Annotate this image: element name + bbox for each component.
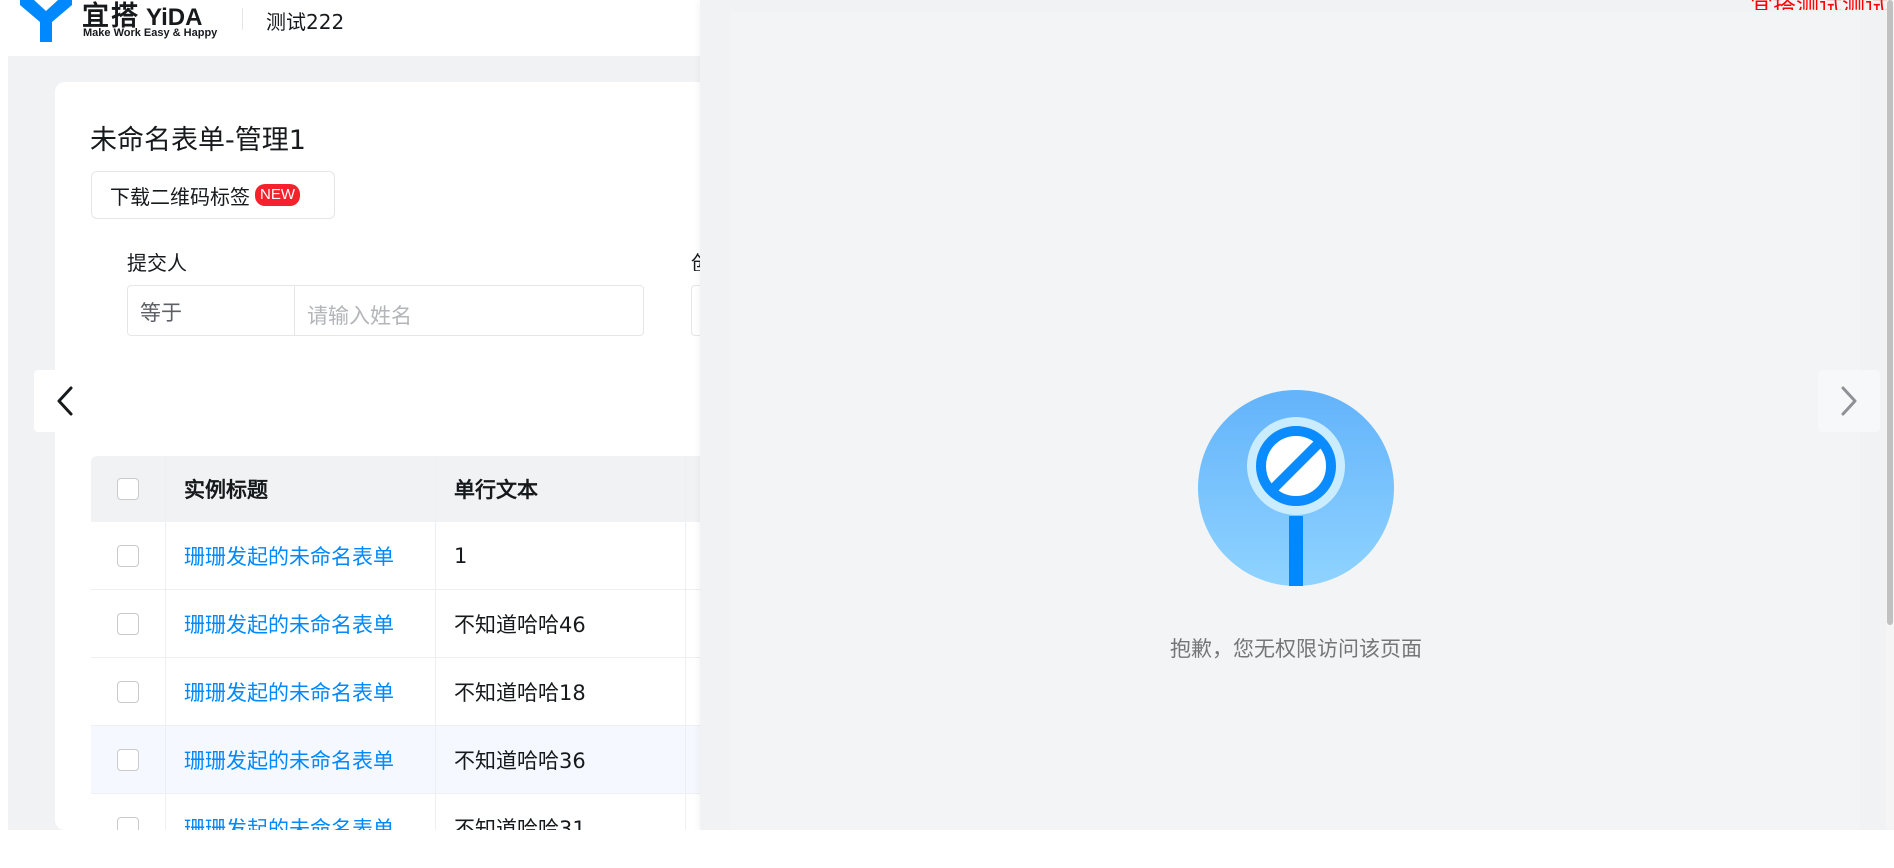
table-header: 实例标题 单行文本 bbox=[91, 456, 706, 522]
submitter-name-input[interactable] bbox=[294, 285, 644, 336]
row-check-cell bbox=[91, 590, 166, 657]
row-checkbox[interactable] bbox=[117, 612, 139, 635]
single-line-text-cell: 1 bbox=[436, 522, 686, 589]
prev-button[interactable] bbox=[34, 370, 96, 432]
app-name[interactable]: 测试222 bbox=[266, 6, 344, 35]
instance-title-link[interactable]: 珊珊发起的未命名表单 bbox=[166, 590, 436, 657]
row-checkbox[interactable] bbox=[117, 680, 139, 703]
table-row: 珊珊发起的未命名表单 1 bbox=[91, 522, 706, 590]
single-line-text-cell: 不知道哈哈18 bbox=[436, 658, 686, 725]
single-line-text-cell: 不知道哈哈36 bbox=[436, 726, 686, 793]
no-access-message: 抱歉，您无权限访问该页面 bbox=[1170, 637, 1422, 661]
instance-table: 实例标题 单行文本 珊珊发起的未命名表单 1 珊珊发起的未命名表单 不知道哈哈4… bbox=[91, 456, 706, 862]
instance-title-link[interactable]: 珊珊发起的未命名表单 bbox=[166, 658, 436, 725]
chevron-left-icon bbox=[57, 386, 73, 416]
single-line-text-cell: 不知道哈哈46 bbox=[436, 590, 686, 657]
no-access-icon bbox=[1198, 390, 1394, 586]
chevron-right-icon bbox=[1841, 386, 1857, 416]
filter-label-submitter: 提交人 bbox=[127, 251, 187, 275]
table-row: 珊珊发起的未命名表单 不知道哈哈18 bbox=[91, 658, 706, 726]
yida-logo-icon bbox=[20, 0, 72, 42]
drawer-scrollbar-thumb[interactable] bbox=[1887, 0, 1893, 625]
top-right-warning-text: 宜搭测试测试 bbox=[1750, 0, 1894, 10]
drawer-scrollbar[interactable] bbox=[1886, 0, 1894, 830]
bottom-blank-area bbox=[0, 830, 1894, 868]
download-qr-label-text: 下载二维码标签 bbox=[110, 184, 250, 209]
instance-title-link[interactable]: 珊珊发起的未命名表单 bbox=[166, 726, 436, 793]
select-all-cell bbox=[91, 456, 166, 522]
header-divider bbox=[242, 8, 243, 30]
instance-title-link[interactable]: 珊珊发起的未命名表单 bbox=[166, 522, 436, 589]
row-checkbox[interactable] bbox=[117, 544, 139, 567]
next-button[interactable] bbox=[1818, 370, 1880, 432]
download-qr-label-button[interactable]: 下载二维码标签 NEW bbox=[91, 171, 335, 219]
new-badge: NEW bbox=[255, 184, 300, 206]
table-row: 珊珊发起的未命名表单 不知道哈哈36 bbox=[91, 726, 706, 794]
brand-slogan: Make Work Easy & Happy bbox=[83, 27, 218, 39]
page: 宜搭 YiDA Make Work Easy & Happy 测试222 未命名表… bbox=[0, 0, 1894, 868]
filter-operator-select[interactable]: 等于 bbox=[127, 285, 294, 336]
row-checkbox[interactable] bbox=[117, 748, 139, 771]
row-check-cell bbox=[91, 522, 166, 589]
column-header-title[interactable]: 实例标题 bbox=[166, 456, 436, 522]
row-check-cell bbox=[91, 726, 166, 793]
column-header-text[interactable]: 单行文本 bbox=[436, 456, 686, 522]
select-all-checkbox[interactable] bbox=[117, 478, 139, 500]
page-title: 未命名表单-管理1 bbox=[90, 125, 306, 156]
table-row: 珊珊发起的未命名表单 不知道哈哈46 bbox=[91, 590, 706, 658]
row-check-cell bbox=[91, 658, 166, 725]
